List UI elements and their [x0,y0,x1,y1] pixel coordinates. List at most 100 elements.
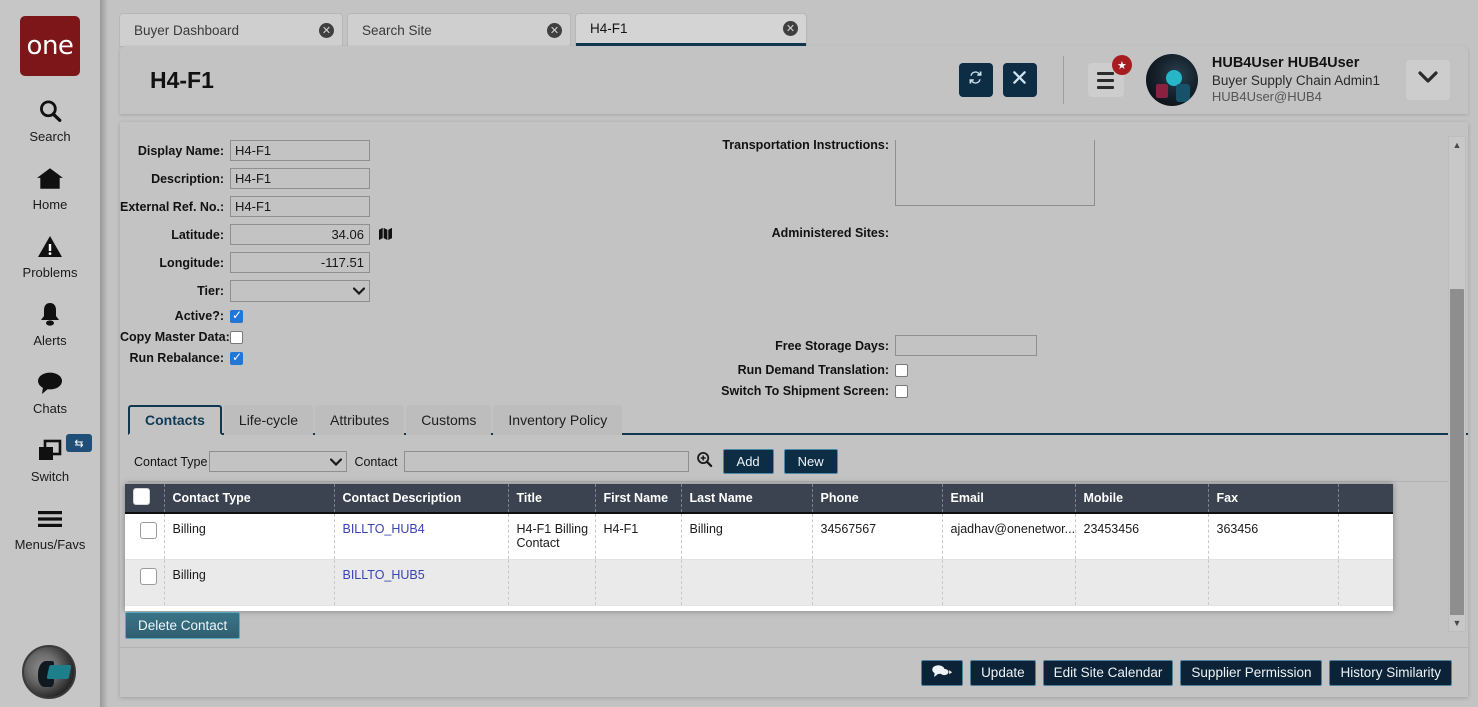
longitude-input[interactable]: -117.51 [230,252,370,273]
col-contact-type[interactable]: Contact Type [164,484,335,514]
sidebar-item-problems[interactable]: Problems [0,232,100,280]
supplier-permission-button[interactable]: Supplier Permission [1180,659,1323,686]
refresh-button[interactable] [958,63,993,97]
switch-to-shipment-screen-checkbox[interactable] [895,384,908,398]
map-icon[interactable] [378,227,393,243]
chat-bubble-icon [36,368,64,398]
col-mobile[interactable]: Mobile [1075,484,1209,514]
select-all-header[interactable] [125,484,165,514]
cell-last-name [681,559,813,606]
field-latitude: Latitude: 34.06 [120,224,540,245]
run-demand-translation-checkbox[interactable] [895,363,908,377]
tab-label: Life-cycle [238,412,299,428]
col-last-name[interactable]: Last Name [681,484,813,514]
table-row[interactable]: Billing BILLTO_HUB5 [125,559,1393,606]
history-similarity-button[interactable]: History Similarity [1329,659,1452,686]
tab-life-cycle[interactable]: Life-cycle [223,405,314,435]
add-button[interactable]: Add [722,449,774,474]
row-checkbox[interactable] [139,522,157,539]
user-name: HUB4User HUB4User [1211,55,1360,72]
field-run-demand-translation: Run Demand Translation: [680,363,1300,377]
select-all-checkbox[interactable] [133,488,150,505]
tab-inventory-policy[interactable]: Inventory Policy [493,405,623,435]
description-input[interactable]: H4-F1 [230,168,370,189]
sidebar-item-alerts[interactable]: Alerts [0,300,100,348]
close-icon[interactable]: ✕ [319,22,334,38]
sidebar-item-home[interactable]: Home [0,164,100,212]
copy-master-data-checkbox[interactable] [230,330,243,344]
table-row[interactable]: Billing BILLTO_HUB4 H4-F1 Billing Contac… [125,513,1393,560]
sidebar-item-switch[interactable]: ⇆ Switch [0,434,100,484]
rail-user-avatar[interactable] [22,645,76,699]
close-icon[interactable]: ✕ [547,22,562,38]
col-phone[interactable]: Phone [812,484,943,514]
field-display-name: Display Name: H4-F1 [120,140,540,161]
field-free-storage-days: Free Storage Days: [680,335,1300,356]
comments-button[interactable] [921,659,964,686]
sidebar-item-menus-favs[interactable]: Menus/Favs [0,504,100,552]
close-button[interactable] [1002,63,1037,97]
cell-contact-description[interactable]: BILLTO_HUB4 [334,513,509,560]
sidebar-item-chats[interactable]: Chats [0,368,100,416]
scrollbar-thumb[interactable] [1450,289,1464,624]
sidebar-label: Chats [33,401,67,416]
avatar-shape-3 [1175,84,1190,102]
row-select-cell[interactable] [125,513,165,560]
col-fax[interactable]: Fax [1208,484,1339,514]
scroll-up-arrow-icon[interactable]: ▲ [1449,137,1465,153]
new-button[interactable]: New [783,449,838,474]
tab-label: Inventory Policy [508,412,608,428]
tab-buyer-dashboard[interactable]: Buyer Dashboard ✕ [120,14,342,46]
field-external-ref-no: External Ref. No.: H4-F1 [120,196,540,217]
field-label: Active?: [174,309,224,323]
latitude-input[interactable]: 34.06 [230,224,370,245]
close-icon[interactable]: ✕ [783,21,798,36]
cell-phone: 34567567 [812,513,943,560]
transportation-instructions-textarea[interactable] [895,140,1095,206]
action-footer: Update Edit Site Calendar Supplier Permi… [120,647,1468,697]
active-checkbox[interactable] [230,308,243,323]
external-ref-no-input[interactable]: H4-F1 [230,196,370,217]
tab-contacts[interactable]: Contacts [128,405,222,435]
header-menu-button[interactable]: ★ [1087,55,1132,97]
cell-contact-description[interactable]: BILLTO_HUB5 [334,559,509,606]
contact-input[interactable] [403,451,689,472]
user-menu-button[interactable] [1406,60,1450,100]
tab-label: H4-F1 [590,21,628,36]
contact-type-select[interactable] [209,451,348,472]
one-network-logo[interactable]: one [20,16,80,76]
vertical-scrollbar[interactable]: ▲ ▼ [1448,136,1466,632]
scroll-down-arrow-icon[interactable]: ▼ [1449,615,1465,631]
sidebar-item-search[interactable]: Search [0,96,100,144]
cell-fax [1208,559,1339,606]
col-contact-description[interactable]: Contact Description [334,484,509,514]
edit-site-calendar-button[interactable]: Edit Site Calendar [1042,659,1174,686]
field-label: Copy Master Data: [120,330,230,344]
row-select-cell[interactable] [125,559,165,606]
avatar[interactable] [1145,54,1198,106]
chevron-down-icon [1418,71,1438,89]
contact-description-link[interactable]: BILLTO_HUB5 [343,568,425,582]
contact-description-link[interactable]: BILLTO_HUB4 [343,522,425,536]
free-storage-days-input[interactable] [895,335,1037,356]
col-first-name[interactable]: First Name [595,484,682,514]
col-email[interactable]: Email [942,484,1076,514]
row-checkbox[interactable] [139,567,157,585]
display-name-input[interactable]: H4-F1 [230,140,370,161]
tab-customs[interactable]: Customs [406,405,492,435]
magnifier-plus-icon[interactable] [696,451,713,473]
field-tier: Tier: [120,280,540,302]
tab-search-site[interactable]: Search Site ✕ [348,14,570,46]
col-title[interactable]: Title [508,484,596,514]
tab-h4-f1[interactable]: H4-F1 ✕ [576,14,806,46]
tab-attributes[interactable]: Attributes [315,405,405,435]
delete-contact-button[interactable]: Delete Contact [125,612,241,639]
browser-tabstrip: Buyer Dashboard ✕ Search Site ✕ H4-F1 ✕ [120,14,1478,46]
field-label: Description: [151,171,224,186]
tier-select[interactable] [230,280,370,302]
run-rebalance-checkbox[interactable] [230,350,243,365]
field-run-rebalance: Run Rebalance: [120,350,540,365]
swap-arrows-icon[interactable]: ⇆ [66,434,92,452]
update-button[interactable]: Update [970,659,1036,686]
field-switch-to-shipment-screen: Switch To Shipment Screen: [680,384,1300,398]
